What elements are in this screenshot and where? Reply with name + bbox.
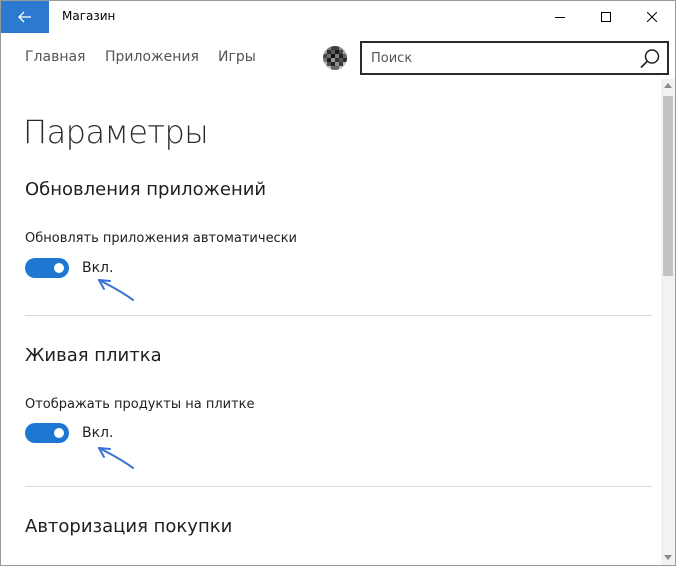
maximize-button[interactable]	[583, 1, 629, 33]
nav-games[interactable]: Игры	[218, 49, 256, 65]
arrow-left-icon	[18, 11, 31, 23]
page-title: Параметры	[23, 113, 209, 151]
auto-update-toggle[interactable]	[25, 258, 69, 278]
section-divider	[25, 486, 652, 487]
live-tile-toggle[interactable]	[25, 423, 69, 443]
toggle-knob	[54, 263, 64, 273]
close-button[interactable]	[629, 1, 675, 33]
search-input[interactable]	[371, 49, 621, 67]
live-tile-toggle-state: Вкл.	[82, 425, 114, 441]
store-window: Магазин Главная Приложения Игры Поиск Па…	[0, 0, 676, 566]
section-divider	[25, 315, 652, 316]
section-title-live-tile: Живая плитка	[25, 345, 162, 366]
scroll-down-icon[interactable]	[664, 555, 672, 560]
app-title: Магазин	[62, 9, 116, 23]
avatar[interactable]	[323, 46, 347, 70]
scroll-up-icon[interactable]	[664, 83, 672, 88]
annotation-arrow-icon	[98, 279, 134, 301]
nav-home[interactable]: Главная	[25, 49, 85, 65]
minimize-icon	[555, 17, 565, 18]
nav-apps[interactable]: Приложения	[105, 49, 199, 65]
toggle-knob	[54, 428, 64, 438]
maximize-icon	[601, 12, 611, 22]
search-icon[interactable]	[639, 48, 661, 70]
minimize-button[interactable]	[537, 1, 583, 33]
back-button[interactable]	[1, 1, 49, 33]
close-icon	[647, 12, 657, 22]
annotation-arrow-icon	[98, 447, 134, 469]
section-title-purchase-auth: Авторизация покупки	[25, 516, 233, 537]
vertical-scrollbar[interactable]	[661, 79, 675, 565]
pixelated-avatar-icon	[323, 46, 347, 70]
setting-label-auto-update: Обновлять приложения автоматически	[25, 231, 298, 246]
setting-label-show-on-tile: Отображать продукты на плитке	[25, 397, 255, 412]
section-title-app-updates: Обновления приложений	[25, 179, 267, 200]
scroll-thumb[interactable]	[663, 96, 673, 276]
search-box[interactable]	[360, 41, 669, 75]
title-bar: Магазин	[1, 1, 675, 33]
